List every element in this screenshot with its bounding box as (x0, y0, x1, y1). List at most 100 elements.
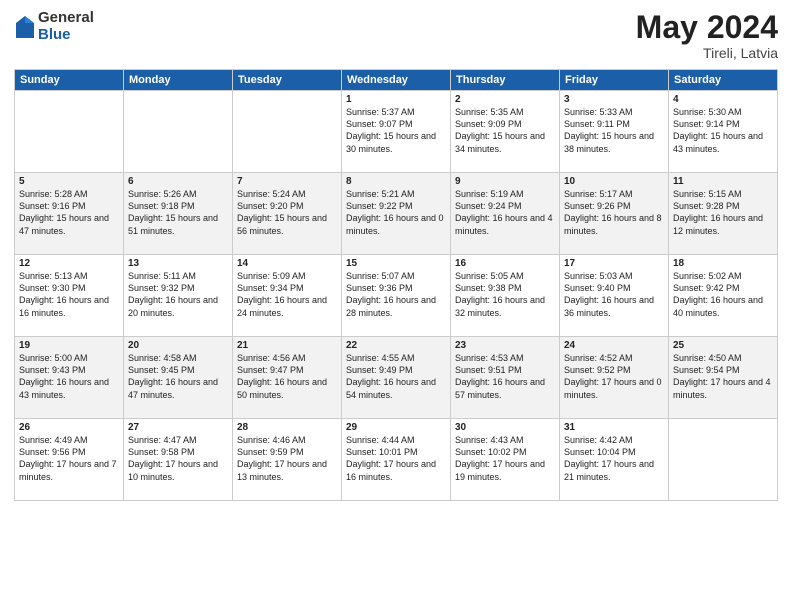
calendar-cell: 20Sunrise: 4:58 AM Sunset: 9:45 PM Dayli… (124, 337, 233, 419)
day-info: Sunrise: 5:35 AM Sunset: 9:09 PM Dayligh… (455, 106, 555, 155)
day-number: 17 (564, 258, 664, 269)
day-number: 1 (346, 94, 446, 105)
logo-icon (16, 16, 34, 38)
calendar-cell: 17Sunrise: 5:03 AM Sunset: 9:40 PM Dayli… (560, 255, 669, 337)
day-info: Sunrise: 4:46 AM Sunset: 9:59 PM Dayligh… (237, 434, 337, 483)
calendar-cell: 19Sunrise: 5:00 AM Sunset: 9:43 PM Dayli… (15, 337, 124, 419)
day-info: Sunrise: 5:33 AM Sunset: 9:11 PM Dayligh… (564, 106, 664, 155)
day-number: 7 (237, 176, 337, 187)
day-info: Sunrise: 5:05 AM Sunset: 9:38 PM Dayligh… (455, 270, 555, 319)
calendar-cell: 30Sunrise: 4:43 AM Sunset: 10:02 PM Dayl… (451, 419, 560, 501)
logo-blue: Blue (38, 27, 94, 44)
calendar-cell (124, 91, 233, 173)
day-number: 25 (673, 340, 773, 351)
header: General Blue May 2024 Tireli, Latvia (14, 10, 778, 61)
calendar-cell: 14Sunrise: 5:09 AM Sunset: 9:34 PM Dayli… (233, 255, 342, 337)
week-row-2: 5Sunrise: 5:28 AM Sunset: 9:16 PM Daylig… (15, 173, 778, 255)
day-number: 22 (346, 340, 446, 351)
day-info: Sunrise: 5:09 AM Sunset: 9:34 PM Dayligh… (237, 270, 337, 319)
calendar-body: 1Sunrise: 5:37 AM Sunset: 9:07 PM Daylig… (15, 91, 778, 501)
logo-general: General (38, 10, 94, 27)
col-wednesday: Wednesday (342, 70, 451, 91)
day-number: 20 (128, 340, 228, 351)
day-number: 19 (19, 340, 119, 351)
page: General Blue May 2024 Tireli, Latvia Sun… (0, 0, 792, 612)
col-sunday: Sunday (15, 70, 124, 91)
calendar-cell: 5Sunrise: 5:28 AM Sunset: 9:16 PM Daylig… (15, 173, 124, 255)
day-number: 6 (128, 176, 228, 187)
day-info: Sunrise: 4:53 AM Sunset: 9:51 PM Dayligh… (455, 352, 555, 401)
calendar-cell: 8Sunrise: 5:21 AM Sunset: 9:22 PM Daylig… (342, 173, 451, 255)
col-thursday: Thursday (451, 70, 560, 91)
calendar-cell: 24Sunrise: 4:52 AM Sunset: 9:52 PM Dayli… (560, 337, 669, 419)
day-number: 21 (237, 340, 337, 351)
day-number: 27 (128, 422, 228, 433)
day-info: Sunrise: 4:43 AM Sunset: 10:02 PM Daylig… (455, 434, 555, 483)
day-number: 11 (673, 176, 773, 187)
day-number: 29 (346, 422, 446, 433)
calendar-cell: 18Sunrise: 5:02 AM Sunset: 9:42 PM Dayli… (669, 255, 778, 337)
calendar-cell: 7Sunrise: 5:24 AM Sunset: 9:20 PM Daylig… (233, 173, 342, 255)
col-tuesday: Tuesday (233, 70, 342, 91)
calendar-cell: 22Sunrise: 4:55 AM Sunset: 9:49 PM Dayli… (342, 337, 451, 419)
calendar-cell: 21Sunrise: 4:56 AM Sunset: 9:47 PM Dayli… (233, 337, 342, 419)
day-info: Sunrise: 4:49 AM Sunset: 9:56 PM Dayligh… (19, 434, 119, 483)
calendar-cell: 29Sunrise: 4:44 AM Sunset: 10:01 PM Dayl… (342, 419, 451, 501)
calendar-cell: 1Sunrise: 5:37 AM Sunset: 9:07 PM Daylig… (342, 91, 451, 173)
calendar-header: Sunday Monday Tuesday Wednesday Thursday… (15, 70, 778, 91)
calendar-cell: 10Sunrise: 5:17 AM Sunset: 9:26 PM Dayli… (560, 173, 669, 255)
day-info: Sunrise: 5:21 AM Sunset: 9:22 PM Dayligh… (346, 188, 446, 237)
calendar-cell: 26Sunrise: 4:49 AM Sunset: 9:56 PM Dayli… (15, 419, 124, 501)
calendar-cell: 4Sunrise: 5:30 AM Sunset: 9:14 PM Daylig… (669, 91, 778, 173)
day-info: Sunrise: 5:07 AM Sunset: 9:36 PM Dayligh… (346, 270, 446, 319)
day-info: Sunrise: 5:13 AM Sunset: 9:30 PM Dayligh… (19, 270, 119, 319)
day-info: Sunrise: 5:17 AM Sunset: 9:26 PM Dayligh… (564, 188, 664, 237)
month-year: May 2024 (636, 10, 778, 45)
day-info: Sunrise: 4:50 AM Sunset: 9:54 PM Dayligh… (673, 352, 773, 401)
day-info: Sunrise: 4:52 AM Sunset: 9:52 PM Dayligh… (564, 352, 664, 401)
calendar-cell: 23Sunrise: 4:53 AM Sunset: 9:51 PM Dayli… (451, 337, 560, 419)
day-info: Sunrise: 5:03 AM Sunset: 9:40 PM Dayligh… (564, 270, 664, 319)
calendar-table: Sunday Monday Tuesday Wednesday Thursday… (14, 69, 778, 501)
calendar-cell: 13Sunrise: 5:11 AM Sunset: 9:32 PM Dayli… (124, 255, 233, 337)
day-info: Sunrise: 4:58 AM Sunset: 9:45 PM Dayligh… (128, 352, 228, 401)
day-number: 8 (346, 176, 446, 187)
day-info: Sunrise: 5:19 AM Sunset: 9:24 PM Dayligh… (455, 188, 555, 237)
col-friday: Friday (560, 70, 669, 91)
calendar-cell: 16Sunrise: 5:05 AM Sunset: 9:38 PM Dayli… (451, 255, 560, 337)
col-saturday: Saturday (669, 70, 778, 91)
day-number: 5 (19, 176, 119, 187)
calendar-cell: 15Sunrise: 5:07 AM Sunset: 9:36 PM Dayli… (342, 255, 451, 337)
col-monday: Monday (124, 70, 233, 91)
day-info: Sunrise: 5:30 AM Sunset: 9:14 PM Dayligh… (673, 106, 773, 155)
logo-text: General Blue (38, 10, 94, 43)
day-info: Sunrise: 5:24 AM Sunset: 9:20 PM Dayligh… (237, 188, 337, 237)
day-number: 24 (564, 340, 664, 351)
day-number: 23 (455, 340, 555, 351)
day-number: 2 (455, 94, 555, 105)
day-number: 15 (346, 258, 446, 269)
day-number: 10 (564, 176, 664, 187)
day-info: Sunrise: 5:11 AM Sunset: 9:32 PM Dayligh… (128, 270, 228, 319)
title-block: May 2024 Tireli, Latvia (636, 10, 778, 61)
calendar-cell: 25Sunrise: 4:50 AM Sunset: 9:54 PM Dayli… (669, 337, 778, 419)
day-info: Sunrise: 4:47 AM Sunset: 9:58 PM Dayligh… (128, 434, 228, 483)
calendar-cell (669, 419, 778, 501)
day-info: Sunrise: 4:55 AM Sunset: 9:49 PM Dayligh… (346, 352, 446, 401)
logo: General Blue (14, 10, 94, 43)
calendar-cell: 6Sunrise: 5:26 AM Sunset: 9:18 PM Daylig… (124, 173, 233, 255)
day-number: 16 (455, 258, 555, 269)
day-info: Sunrise: 5:28 AM Sunset: 9:16 PM Dayligh… (19, 188, 119, 237)
day-number: 18 (673, 258, 773, 269)
week-row-3: 12Sunrise: 5:13 AM Sunset: 9:30 PM Dayli… (15, 255, 778, 337)
day-info: Sunrise: 4:44 AM Sunset: 10:01 PM Daylig… (346, 434, 446, 483)
calendar-cell (15, 91, 124, 173)
calendar-cell: 3Sunrise: 5:33 AM Sunset: 9:11 PM Daylig… (560, 91, 669, 173)
header-row: Sunday Monday Tuesday Wednesday Thursday… (15, 70, 778, 91)
calendar-cell: 11Sunrise: 5:15 AM Sunset: 9:28 PM Dayli… (669, 173, 778, 255)
day-info: Sunrise: 5:00 AM Sunset: 9:43 PM Dayligh… (19, 352, 119, 401)
calendar-cell: 2Sunrise: 5:35 AM Sunset: 9:09 PM Daylig… (451, 91, 560, 173)
day-number: 12 (19, 258, 119, 269)
location: Tireli, Latvia (636, 45, 778, 61)
day-info: Sunrise: 5:15 AM Sunset: 9:28 PM Dayligh… (673, 188, 773, 237)
